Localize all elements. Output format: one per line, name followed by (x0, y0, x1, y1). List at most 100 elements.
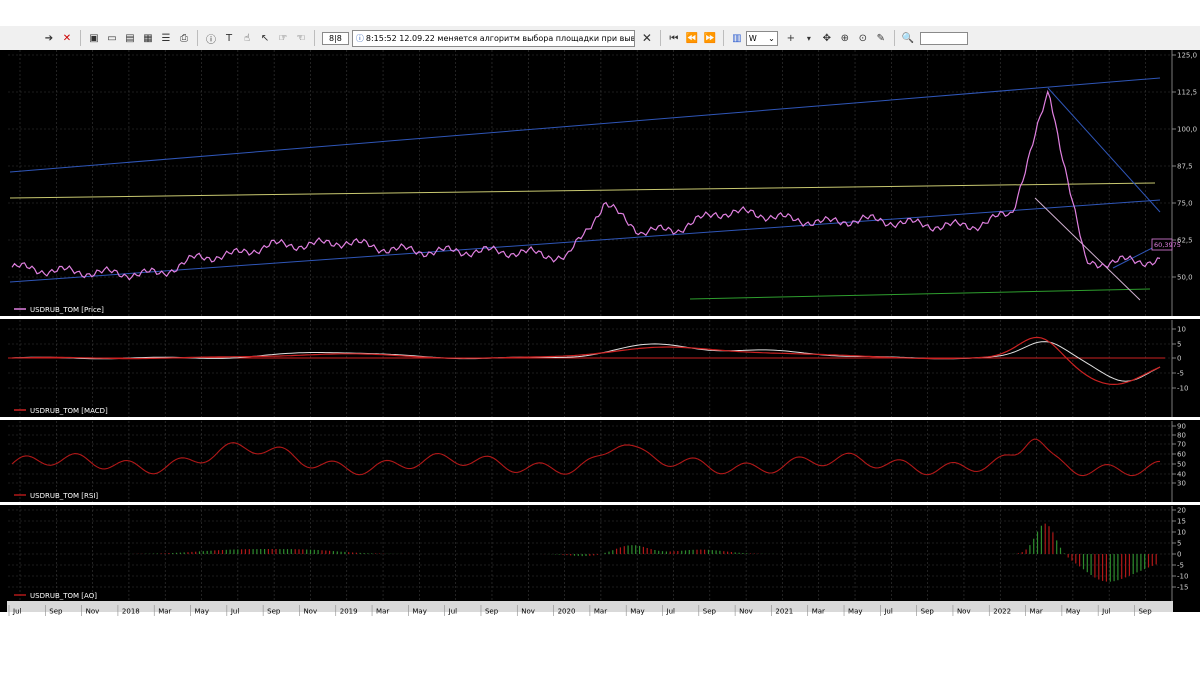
hand-icon[interactable]: ☞ (276, 31, 290, 45)
date-tick-label: Nov (957, 608, 971, 616)
axis-tick-label: 30 (1177, 480, 1186, 488)
grid-lines (8, 50, 1170, 601)
message-counter: 8|8 (322, 31, 349, 45)
search-icon[interactable]: 🔍 (901, 31, 915, 45)
next-icon[interactable]: ⏩ (703, 31, 717, 45)
window-icon[interactable]: ▭ (105, 31, 119, 45)
chevron-down-icon[interactable]: ▾ (802, 31, 816, 45)
date-tick-label: Jul (1101, 608, 1111, 616)
date-tick-label: Sep (921, 608, 935, 616)
first-icon[interactable]: ⏮ (667, 31, 681, 45)
date-tick-label: Mar (594, 608, 607, 616)
axis-tick-label: 80 (1177, 432, 1186, 440)
rsi-line (11, 438, 1161, 477)
pencil-icon[interactable]: ✎ (874, 31, 888, 45)
axis-tick-label: 125,0 (1177, 52, 1197, 60)
search-input[interactable] (919, 31, 968, 45)
macd-legend-label: USDRUB_TOM [MACD] (30, 407, 108, 415)
axis-tick-label: 5 (1177, 341, 1181, 349)
news-ticker-text: 8:15:52 12.09.22 меняется алгоритм выбор… (365, 33, 635, 43)
toolbar-separator (197, 30, 198, 46)
date-tick-label: Sep (1138, 608, 1152, 616)
circle-icon[interactable]: ⊙ (856, 31, 870, 45)
arrow-right-icon[interactable]: ➔ (42, 31, 56, 45)
date-tick-label: 2021 (775, 608, 793, 616)
axis-tick-label: 50 (1177, 461, 1186, 469)
date-tick-label: May (1066, 608, 1080, 616)
date-tick-label: Mar (1030, 608, 1043, 616)
date-tick-label: Jul (230, 608, 240, 616)
date-tick-label: May (630, 608, 644, 616)
toolbar-separator (314, 30, 315, 46)
fan-line (1034, 197, 1141, 301)
axis-tick-label: 20 (1177, 507, 1186, 515)
prev-icon[interactable]: ⏪ (685, 31, 699, 45)
axis-tick-label: 70 (1177, 441, 1186, 449)
hand-icon[interactable]: ☝ (240, 31, 254, 45)
support-line (689, 288, 1151, 300)
axis-tick-label: 0 (1177, 355, 1181, 363)
panel-divider (0, 417, 1200, 420)
info-icon[interactable]: ⓘ (204, 31, 218, 46)
price-series-line (11, 89, 1161, 281)
hand-icon[interactable]: ☜ (294, 31, 308, 45)
date-tick-label: May (848, 608, 862, 616)
date-tick-label: Nov (303, 608, 317, 616)
date-tick-label: Jul (448, 608, 458, 616)
toolbar-separator (722, 30, 724, 46)
chevron-down-icon: ⌄ (768, 33, 775, 43)
date-tick-label: 2019 (340, 608, 358, 616)
print-icon[interactable]: ⎙ (177, 31, 191, 45)
date-tick-label: May (412, 608, 426, 616)
pointer-icon[interactable]: ↖ (258, 31, 272, 45)
date-axis-canvas: Jul Sep Nov 2018 Mar May Jul Sep Nov 2019 Mar May Ju… (8, 605, 1152, 616)
rsi-axis-labels: 908070 60 50 4030 (1172, 423, 1186, 488)
axis-tick-label: 62,5 (1177, 237, 1193, 245)
cross-icon[interactable]: ✕ (60, 31, 74, 45)
date-tick-label: Jul (883, 608, 893, 616)
date-tick-label: May (195, 608, 209, 616)
close-icon[interactable]: ✕ (640, 31, 654, 45)
date-tick-label: 2020 (558, 608, 576, 616)
news-ticker-dropdown[interactable]: ⓘ 8:15:52 12.09.22 меняется алгоритм выб… (351, 29, 635, 47)
toolbar-separator (80, 30, 81, 46)
price-legend-label: USDRUB_TOM [Price] (30, 306, 104, 314)
axis-tick-label: -10 (1177, 573, 1188, 581)
chart-canvas: 60,3975 125,0112,5100,087,575,062,550,0 … (0, 50, 1200, 601)
date-tick-label: Jul (12, 608, 22, 616)
date-tick-label: Mar (376, 608, 389, 616)
axis-tick-label: -5 (1177, 562, 1184, 570)
grid-icon[interactable]: ▦ (141, 31, 155, 45)
move-icon[interactable]: ✥ (820, 31, 834, 45)
bar-chart-icon[interactable]: ▥ (730, 31, 744, 45)
panel-divider (0, 502, 1200, 505)
date-axis: Jul Sep Nov 2018 Mar May Jul Sep Nov 2019 Mar May Ju… (7, 601, 1173, 616)
axis-tick-label: 40 (1177, 471, 1186, 479)
period-select[interactable]: W ⌄ (745, 30, 778, 46)
date-tick-label: Sep (485, 608, 499, 616)
new-chart-icon[interactable]: ▣ (87, 31, 101, 45)
axis-tick-label: 100,0 (1177, 126, 1197, 134)
axis-tick-label: 0 (1177, 551, 1181, 559)
toolbar: ➔ ✕ ▣ ▭ ▤ ▦ ☰ ⎙ ⓘ T ☝ ↖ ☞ ☜ 8|8 ⓘ 8:15:5… (0, 26, 1200, 50)
date-tick-label: Jul (666, 608, 676, 616)
chart-area[interactable]: 60,3975 125,0 112,5 100,0 87,5 75,0 62,5 50,0 … (0, 50, 1200, 612)
macd-main-line (11, 341, 1161, 382)
axis-tick-label: 10 (1177, 326, 1186, 334)
target-icon[interactable]: ⊕ (838, 31, 852, 45)
toolbar-separator (659, 30, 661, 46)
axis-tick-label: 5 (1177, 540, 1181, 548)
ao-histogram (122, 523, 1157, 582)
info-icon: ⓘ (355, 33, 364, 43)
date-tick-label: Sep (703, 608, 717, 616)
axis-tick-label: 87,5 (1177, 163, 1193, 171)
list-icon[interactable]: ☰ (159, 31, 173, 45)
resistance-line (9, 182, 1156, 199)
table-icon[interactable]: ▤ (123, 31, 137, 45)
lower-channel-line (9, 199, 1161, 283)
text-tool-icon[interactable]: T (222, 31, 236, 45)
date-tick-label: Mar (812, 608, 825, 616)
plus-icon[interactable]: + (784, 31, 798, 45)
axis-tick-label: 75,0 (1177, 200, 1193, 208)
macd-signal-line (11, 336, 1161, 386)
